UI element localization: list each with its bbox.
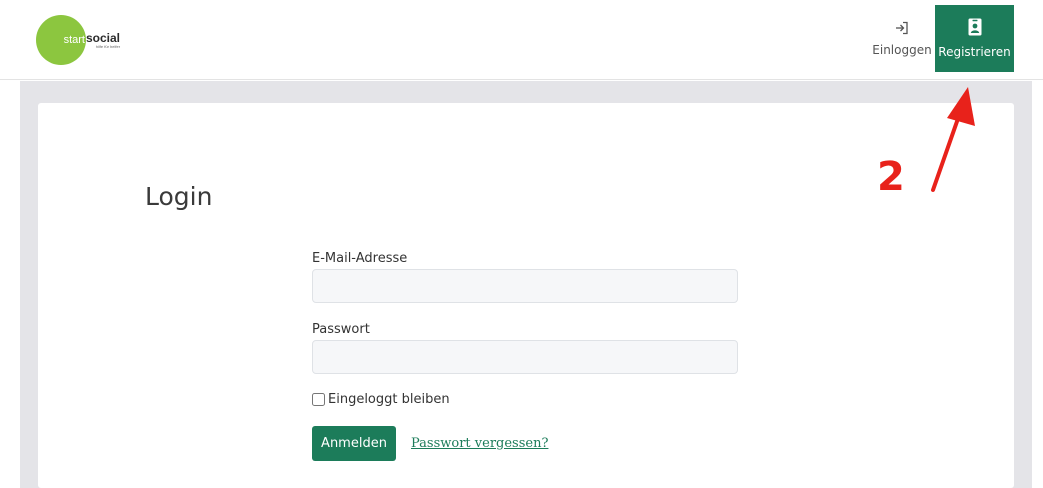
nav-register-label: Registrieren xyxy=(938,45,1011,59)
email-field[interactable] xyxy=(312,269,738,303)
nav-login-label: Einloggen xyxy=(872,43,932,57)
logo-circle: start xyxy=(36,15,86,65)
startsocial-logo[interactable]: start social hilfe für helfer xyxy=(36,15,120,65)
password-field[interactable] xyxy=(312,340,738,374)
nav-register-button[interactable]: Registrieren xyxy=(935,5,1014,72)
logo-text: social hilfe für helfer xyxy=(86,32,120,49)
login-submit-button[interactable]: Anmelden xyxy=(312,426,396,461)
page-title: Login xyxy=(145,182,213,211)
logo-start-text: start xyxy=(63,34,85,46)
remember-me-checkbox[interactable] xyxy=(312,393,325,406)
remember-me-row[interactable]: Eingeloggt bleiben xyxy=(312,392,450,407)
login-icon xyxy=(894,20,910,36)
password-label: Passwort xyxy=(312,322,370,337)
annotation-step-number: 2 xyxy=(877,154,905,200)
remember-me-label: Eingeloggt bleiben xyxy=(328,392,450,407)
nav-login-button[interactable]: Einloggen xyxy=(872,14,932,72)
logo-social-text: social xyxy=(86,30,121,45)
forgot-password-link[interactable]: Passwort vergessen? xyxy=(411,436,548,451)
site-header: start social hilfe für helfer Einloggen xyxy=(0,0,1043,80)
id-badge-icon xyxy=(968,18,982,36)
annotation-arrow-icon xyxy=(931,87,975,192)
email-label: E-Mail-Adresse xyxy=(312,251,408,266)
